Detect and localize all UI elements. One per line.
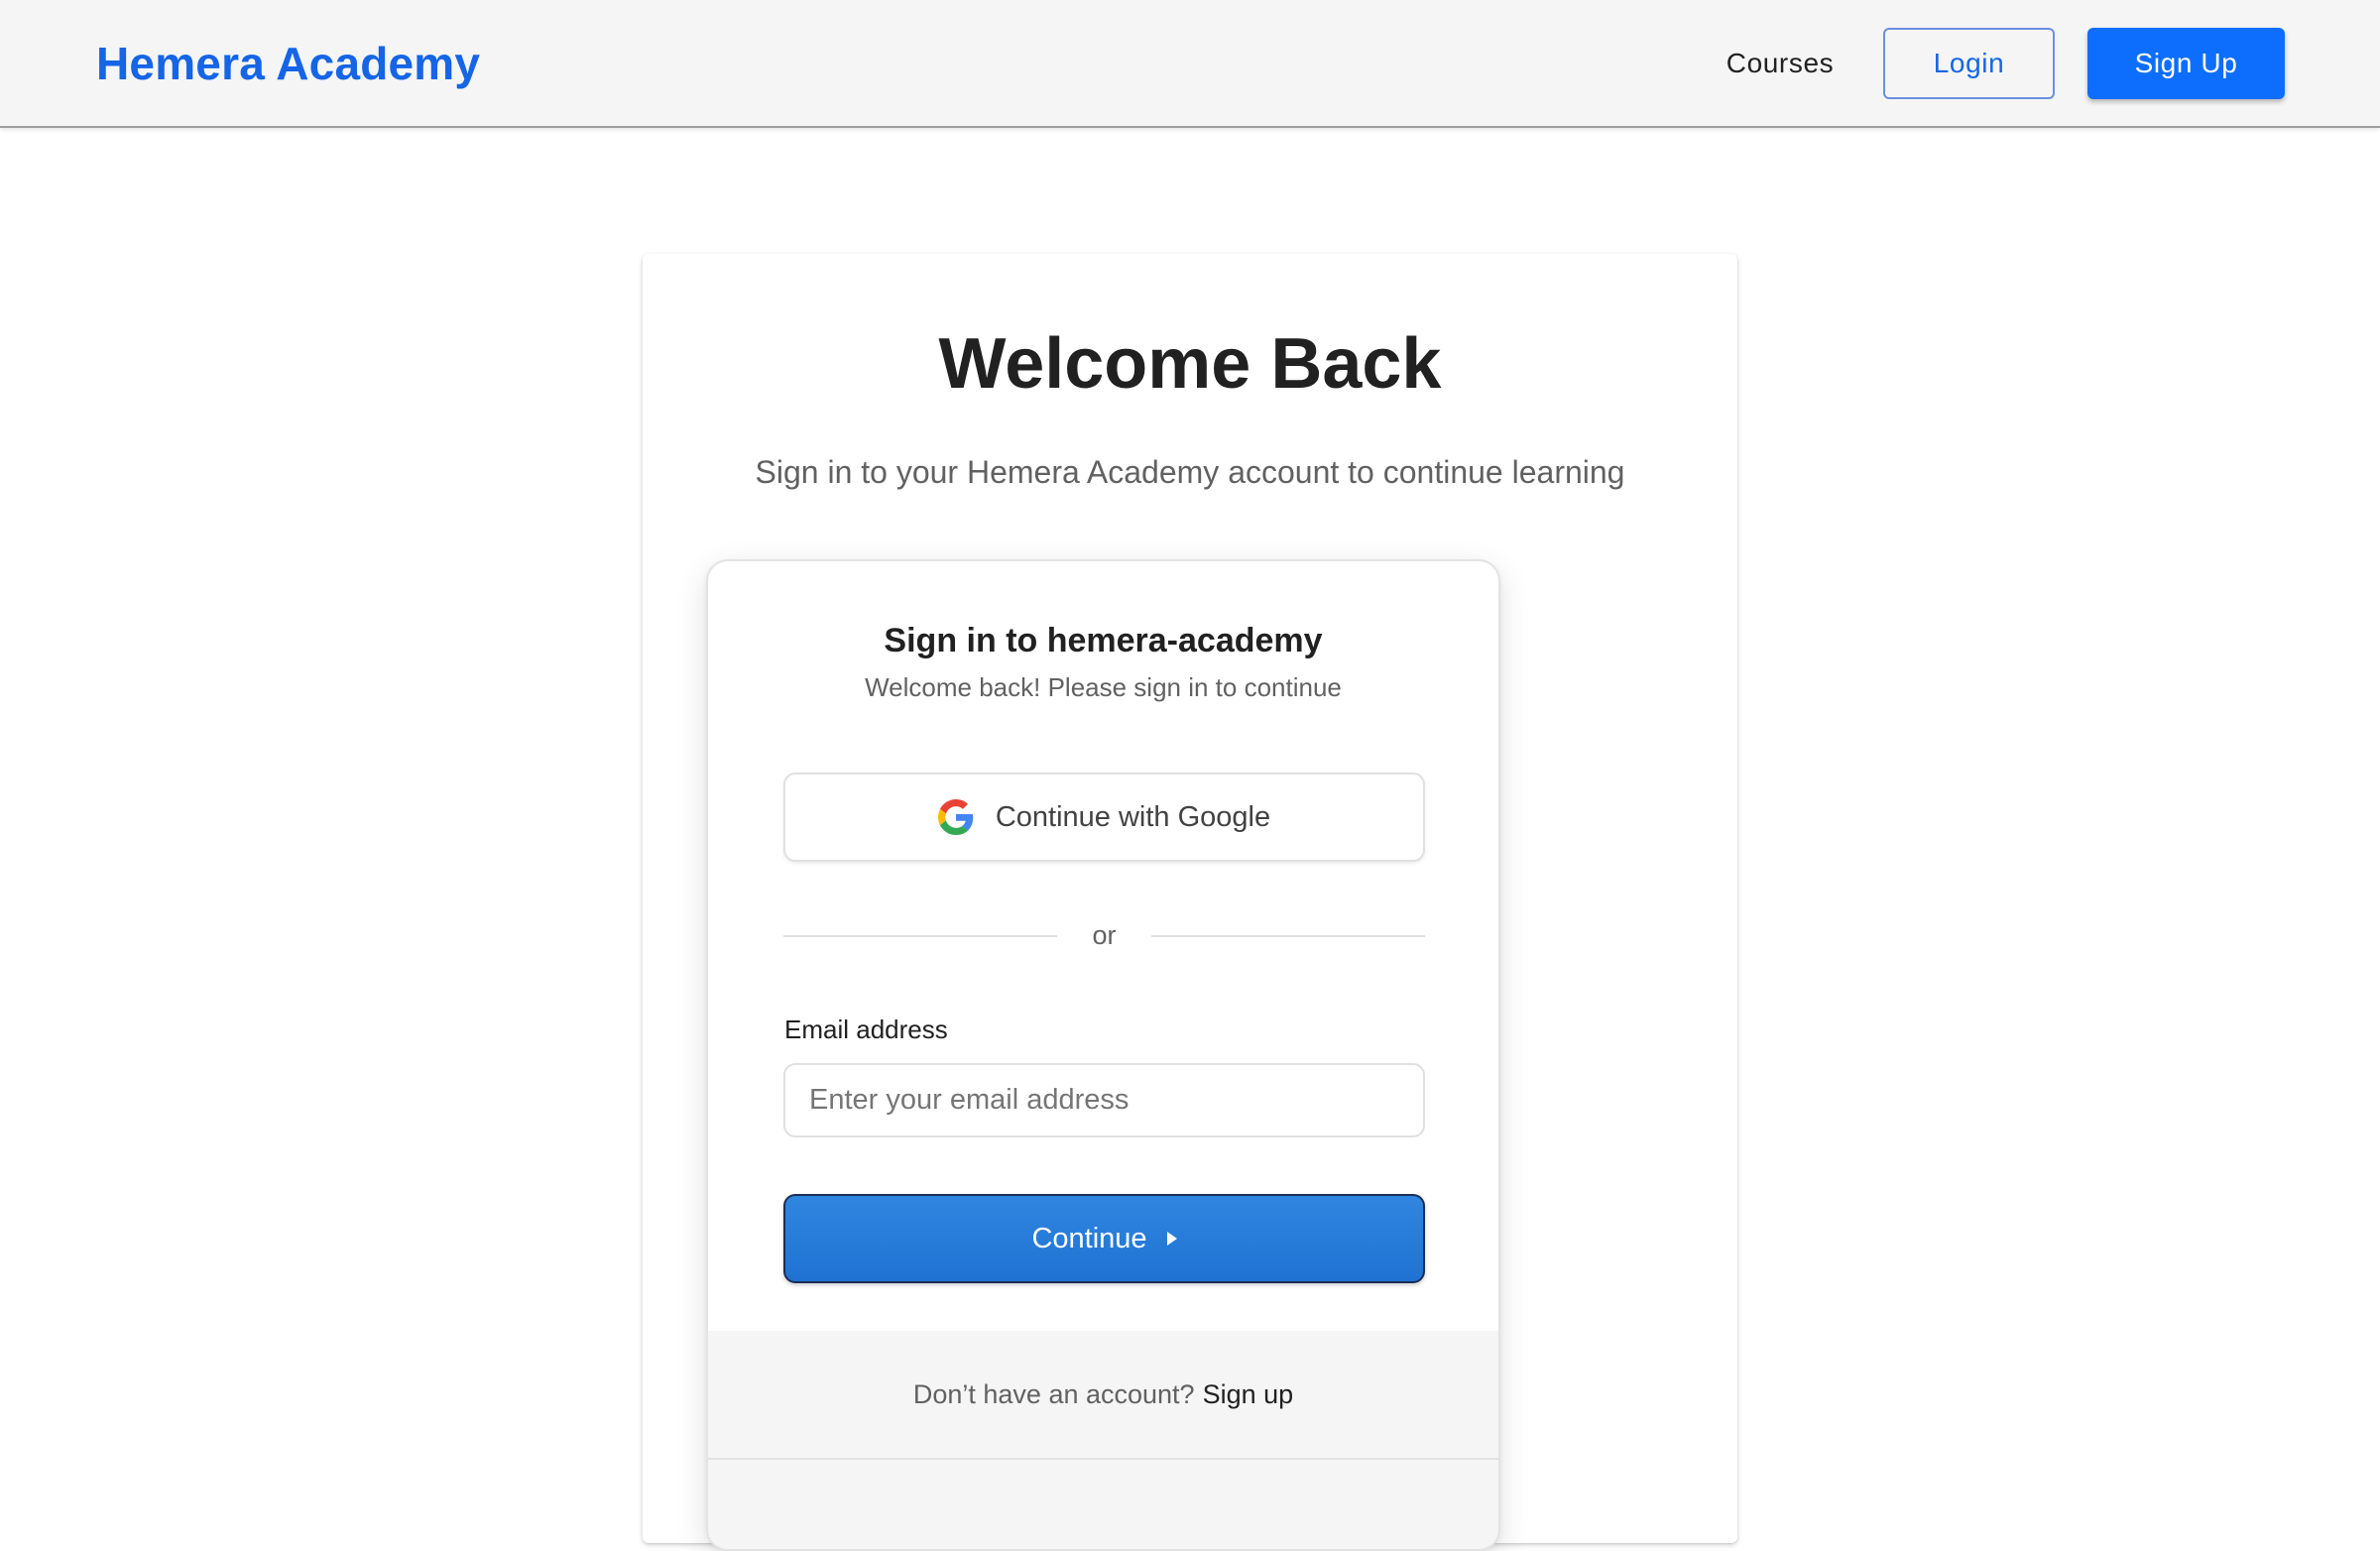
page-title: Welcome Back	[938, 324, 1442, 404]
brand-logo-link[interactable]: Hemera Academy	[96, 34, 480, 93]
google-g-icon	[937, 799, 974, 835]
signin-title: Sign in to hemera-academy	[884, 622, 1323, 659]
continue-with-google-button[interactable]: Continue with Google	[783, 773, 1425, 862]
email-field[interactable]	[783, 1063, 1425, 1137]
signin-footer: Don’t have an account? Sign up	[708, 1331, 1498, 1460]
google-button-label: Continue with Google	[995, 800, 1271, 833]
signup-link[interactable]: Sign up	[1203, 1379, 1294, 1409]
signin-subtitle: Welcome back! Please sign in to continue	[865, 672, 1342, 702]
page-subtitle: Sign in to your Hemera Academy account t…	[755, 454, 1625, 490]
caret-right-icon	[1166, 1232, 1177, 1246]
signin-panel: Sign in to hemera-academy Welcome back! …	[706, 559, 1500, 1551]
signup-button[interactable]: Sign Up	[2087, 28, 2285, 99]
top-navbar: Hemera Academy Courses Login Sign Up	[0, 0, 2380, 128]
nav-courses-link[interactable]: Courses	[1706, 28, 1854, 99]
email-label: Email address	[784, 1014, 948, 1044]
continue-label: Continue	[1031, 1222, 1147, 1254]
login-button[interactable]: Login	[1883, 28, 2055, 99]
divider-line-right	[1151, 935, 1425, 937]
signin-footer-lower	[708, 1460, 1498, 1549]
login-card: Welcome Back Sign in to your Hemera Acad…	[643, 254, 1737, 1551]
or-divider: or	[783, 920, 1425, 950]
continue-button[interactable]: Continue	[783, 1194, 1425, 1283]
signup-prompt: Don’t have an account? Sign up	[708, 1376, 1498, 1412]
signup-prompt-text: Don’t have an account?	[912, 1379, 1195, 1409]
